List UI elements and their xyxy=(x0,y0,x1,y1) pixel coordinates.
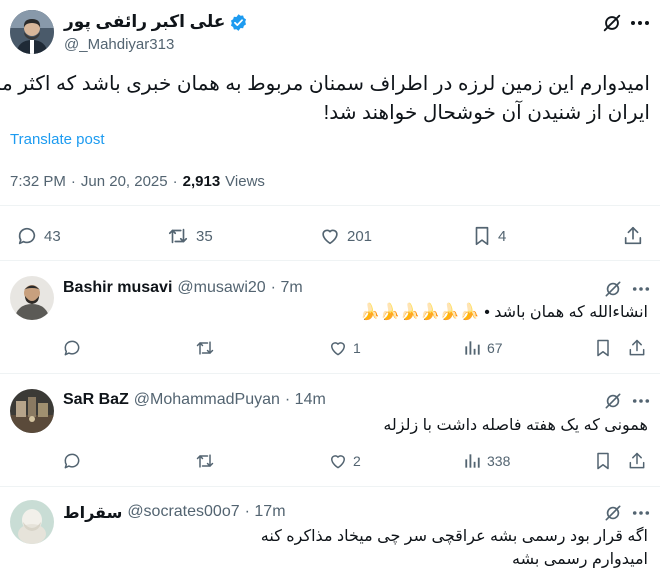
repost-icon xyxy=(166,225,190,247)
verified-badge-icon xyxy=(229,13,248,32)
repost-button[interactable] xyxy=(194,338,216,358)
divider xyxy=(0,486,660,487)
reply-avatar[interactable] xyxy=(10,276,54,320)
bookmark-button[interactable]: 4 xyxy=(472,225,506,247)
grok-icon[interactable] xyxy=(603,279,623,299)
bookmark-icon xyxy=(472,225,492,247)
repost-button[interactable]: 35 xyxy=(166,225,213,247)
reply-time[interactable]: · 7m xyxy=(271,279,303,297)
more-dots-icon[interactable] xyxy=(630,20,650,26)
reply-text: انشاءالله که همان باشد • 🍌🍌🍌🍌🍌🍌 xyxy=(360,304,648,321)
repost-count: 35 xyxy=(196,227,213,245)
heart-icon xyxy=(328,338,348,358)
reply-text: همونی که یک هفته فاصله داشت با زلزله xyxy=(383,417,648,434)
heart-icon xyxy=(328,451,348,471)
more-dots-icon[interactable] xyxy=(632,510,650,516)
divider xyxy=(0,260,660,261)
reply-header: سقراط @socrates00o7 · 17m xyxy=(63,503,286,523)
views-bar-icon xyxy=(462,338,482,358)
reply-text-line2: امیدوارم رسمی بشه xyxy=(512,551,648,568)
divider xyxy=(0,205,660,206)
like-button[interactable]: 201 xyxy=(319,225,372,247)
reply-icon xyxy=(16,225,38,247)
views-button[interactable]: 67 xyxy=(462,338,503,358)
post-time[interactable]: 7:32 PM xyxy=(10,173,66,190)
share-icon[interactable] xyxy=(627,338,647,358)
grok-icon[interactable] xyxy=(603,391,623,411)
views-count: 338 xyxy=(487,453,511,469)
author-name[interactable]: علی اکبر رائفی پور xyxy=(64,12,225,32)
bookmark-icon[interactable] xyxy=(594,451,612,471)
like-count: 201 xyxy=(347,227,373,245)
more-dots-icon[interactable] xyxy=(632,398,650,404)
post-text-line2: ایران از شنیدن آن خوشحال خواهند شد! xyxy=(323,102,650,124)
share-icon[interactable] xyxy=(627,451,647,471)
meta-separator: · xyxy=(172,173,178,190)
repost-button[interactable] xyxy=(194,451,216,471)
grok-icon[interactable] xyxy=(601,12,623,34)
repost-icon xyxy=(194,451,216,471)
more-dots-icon[interactable] xyxy=(632,286,650,292)
views-count: 67 xyxy=(487,340,503,356)
views-label: Views xyxy=(225,173,265,190)
reply-button[interactable] xyxy=(62,338,82,358)
reply-avatar[interactable] xyxy=(10,389,54,433)
reply-icon xyxy=(62,451,82,471)
views-bar-icon xyxy=(462,451,482,471)
reply-time[interactable]: · 14m xyxy=(285,391,326,409)
share-icon[interactable] xyxy=(622,225,644,247)
like-count: 1 xyxy=(353,340,361,356)
like-button[interactable]: 2 xyxy=(328,451,361,471)
like-button[interactable]: 1 xyxy=(328,338,361,358)
reply-header: SaR BaZ @MohammadPuyan · 14m xyxy=(63,391,326,409)
reply-button[interactable]: 43 xyxy=(16,225,61,247)
author-avatar[interactable] xyxy=(10,10,54,54)
reply-author-handle[interactable]: @socrates00o7 xyxy=(127,503,239,523)
reply-count: 43 xyxy=(44,227,61,245)
views-count: 2,913 xyxy=(182,173,221,190)
meta-separator: · xyxy=(70,173,76,190)
reply-author-handle[interactable]: @musawi20 xyxy=(177,279,265,297)
post-date[interactable]: Jun 20, 2025 xyxy=(81,173,168,190)
divider xyxy=(0,373,660,374)
reply-icon xyxy=(62,338,82,358)
bookmark-icon[interactable] xyxy=(594,338,612,358)
grok-icon[interactable] xyxy=(603,503,623,523)
reply-header: Bashir musavi @musawi20 · 7m xyxy=(63,279,303,297)
heart-icon xyxy=(319,225,341,247)
post-meta: 7:32 PM · Jun 20, 2025 · 2,913 Views xyxy=(10,173,265,190)
reply-author-handle[interactable]: @MohammadPuyan xyxy=(134,391,280,409)
reply-author-name[interactable]: SaR BaZ xyxy=(63,391,129,409)
post-text-line1: امیدوارم این زمین لرزه در اطراف سمنان مر… xyxy=(0,73,650,95)
author-handle[interactable]: @_Mahdiyar313 xyxy=(64,36,174,53)
reply-avatar[interactable] xyxy=(10,500,54,544)
translate-post-link[interactable]: Translate post xyxy=(10,131,105,148)
reply-text-line1: اگه قرار بود رسمی بشه عراقچی سر چی میخاد… xyxy=(260,528,648,545)
like-count: 2 xyxy=(353,453,361,469)
repost-icon xyxy=(194,338,216,358)
bookmark-count: 4 xyxy=(498,227,507,245)
reply-time[interactable]: · 17m xyxy=(245,503,286,523)
reply-author-name[interactable]: Bashir musavi xyxy=(63,279,172,297)
views-button[interactable]: 338 xyxy=(462,451,510,471)
reply-button[interactable] xyxy=(62,451,82,471)
reply-author-name[interactable]: سقراط xyxy=(63,503,122,523)
